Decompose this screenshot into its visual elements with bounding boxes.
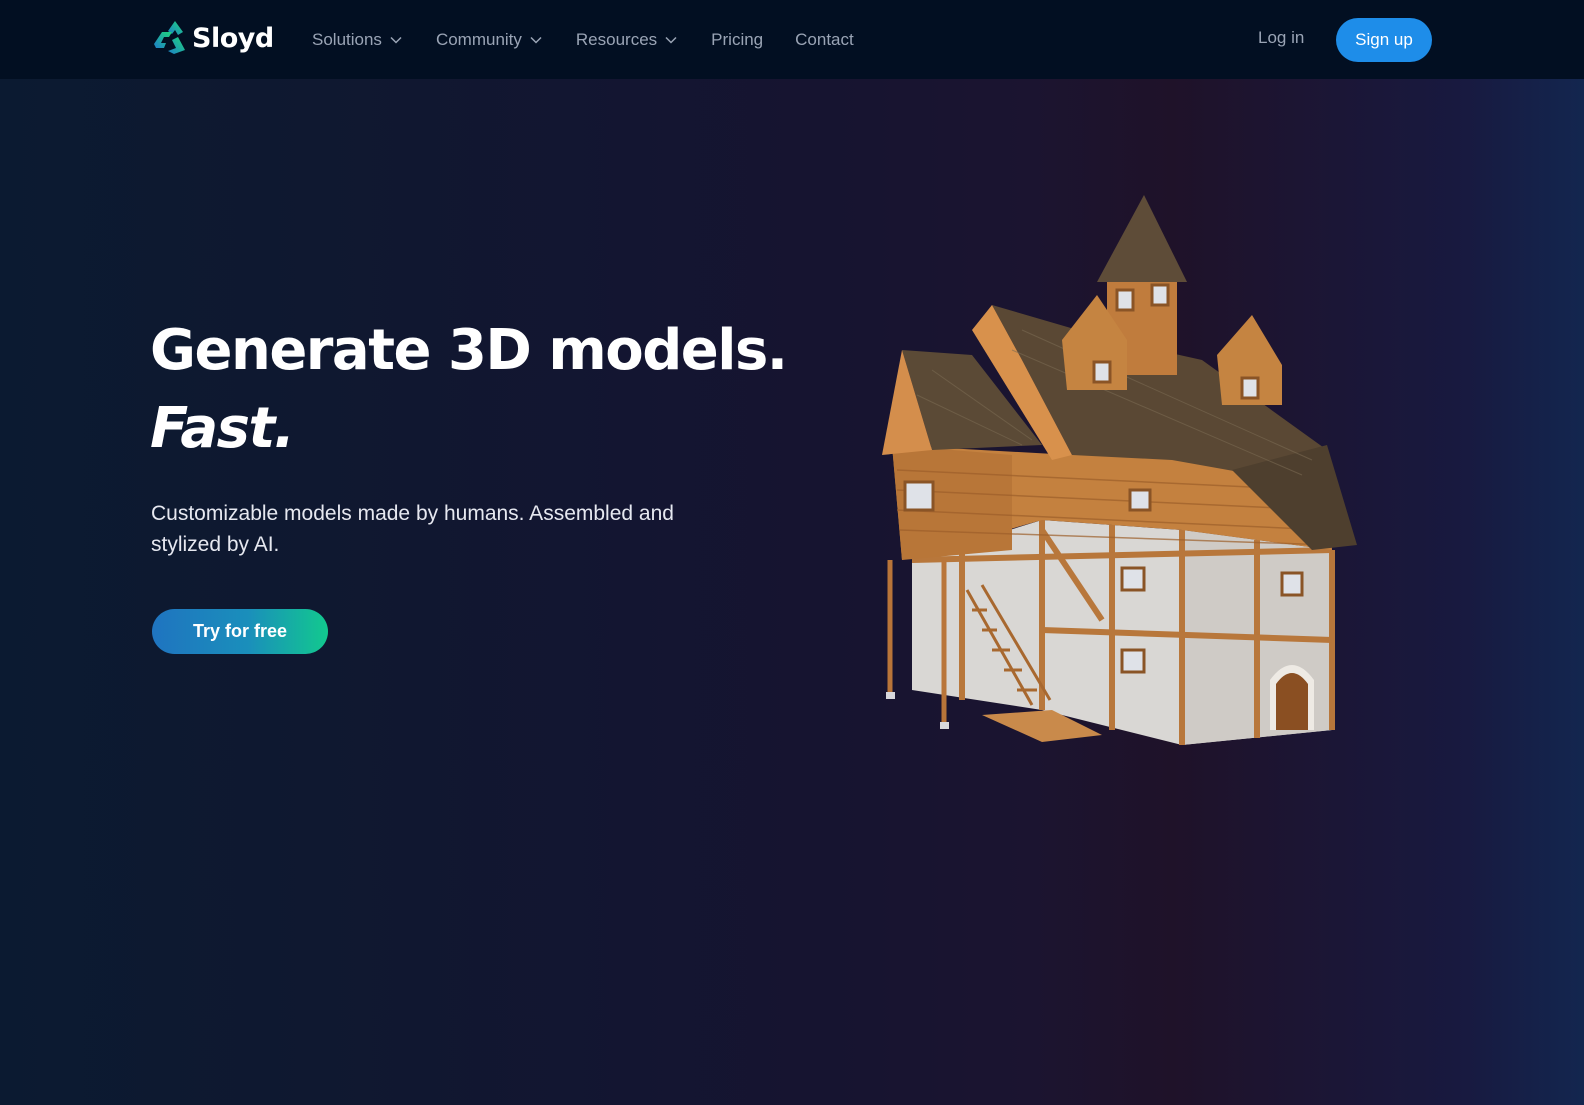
chevron-down-icon xyxy=(665,36,677,44)
login-link[interactable]: Log in xyxy=(1258,28,1304,48)
house-3d-model-image xyxy=(882,195,1357,745)
sloyd-logo-icon xyxy=(154,21,185,54)
nav-solutions-label: Solutions xyxy=(312,29,382,49)
hero-title-line2: Fast. xyxy=(150,396,295,461)
main-nav: Solutions Community Resources Pricing Co… xyxy=(312,0,886,79)
nav-community[interactable]: Community xyxy=(436,30,542,50)
brand-name: Sloyd xyxy=(192,22,274,54)
house-door xyxy=(1276,673,1308,730)
logo-link[interactable]: Sloyd xyxy=(152,18,274,58)
house-tower-spire xyxy=(1097,195,1187,282)
try-for-free-button[interactable]: Try for free xyxy=(152,609,328,654)
top-navbar: Sloyd Solutions Community Resources Pric… xyxy=(0,0,1584,79)
nav-solutions[interactable]: Solutions xyxy=(312,30,402,50)
nav-community-label: Community xyxy=(435,29,522,49)
nav-resources-label: Resources xyxy=(575,29,658,49)
nav-contact[interactable]: Contact xyxy=(795,30,854,50)
nav-contact-label: Contact xyxy=(795,29,854,49)
nav-resources[interactable]: Resources xyxy=(576,30,677,50)
hero-title-line1: Generate 3D models. xyxy=(150,318,788,383)
hero-title: Generate 3D models. Fast. xyxy=(150,312,788,468)
signup-button[interactable]: Sign up xyxy=(1336,18,1432,62)
chevron-down-icon xyxy=(390,36,402,44)
chevron-down-icon xyxy=(530,36,542,44)
nav-pricing[interactable]: Pricing xyxy=(711,30,763,50)
hero-subtitle: Customizable models made by humans. Asse… xyxy=(151,502,674,556)
nav-pricing-label: Pricing xyxy=(711,29,764,49)
